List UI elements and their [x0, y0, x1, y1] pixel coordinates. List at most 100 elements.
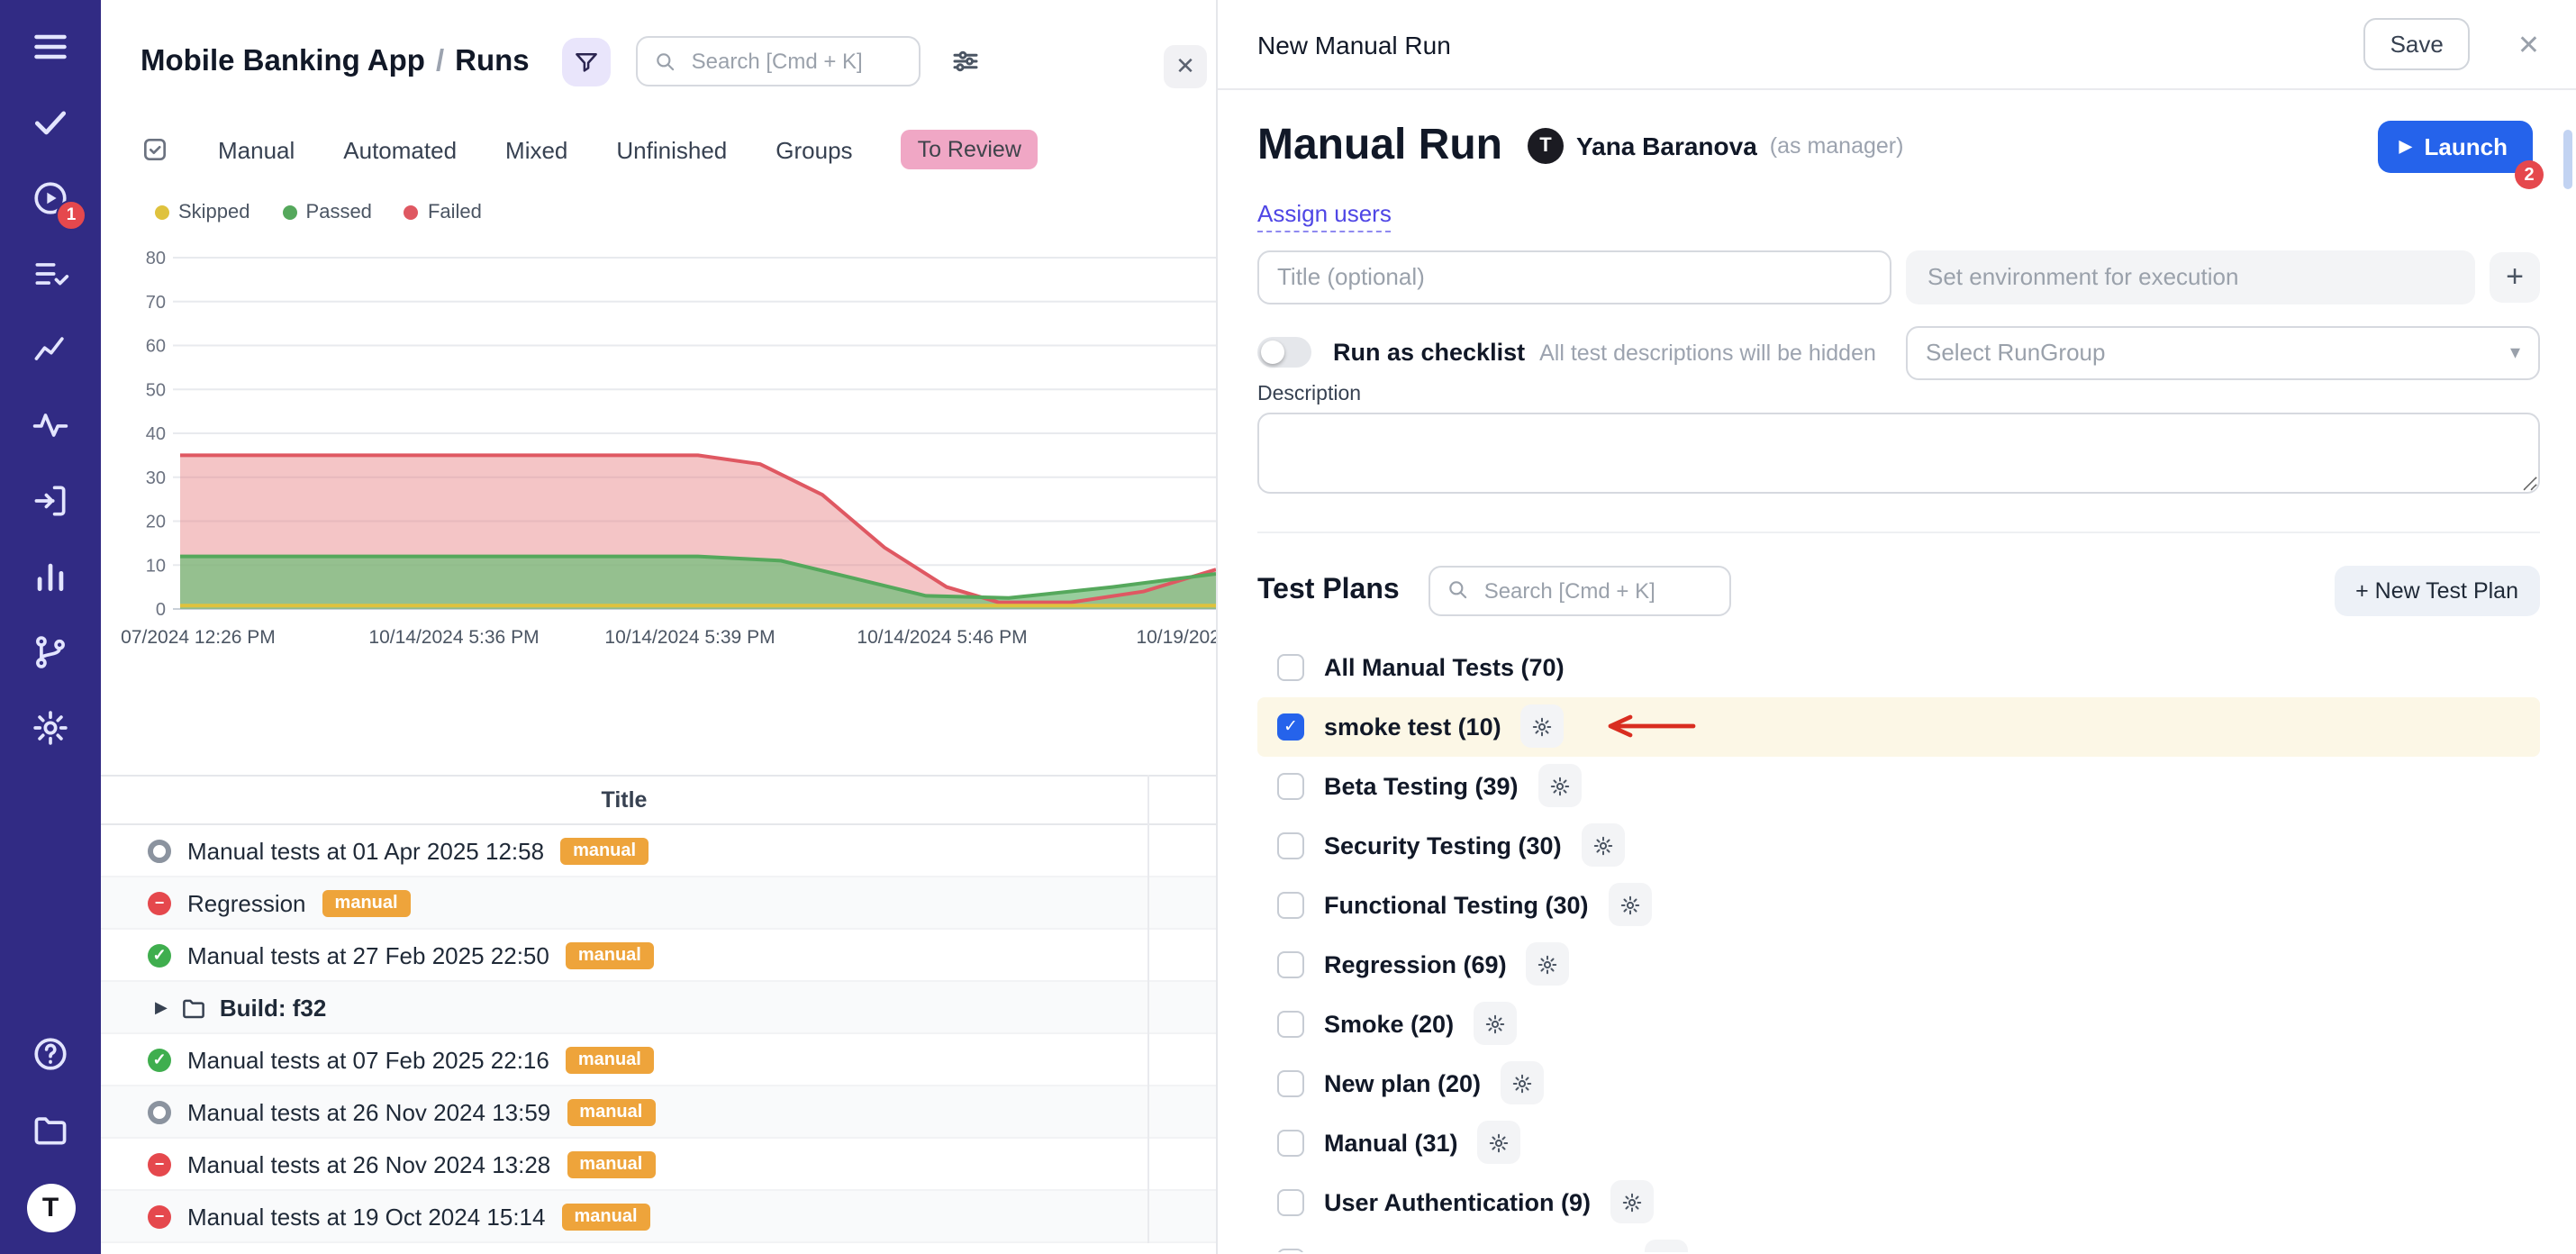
run-type-badge: manual — [566, 1046, 654, 1073]
test-plan-settings-button[interactable] — [1646, 1240, 1689, 1252]
x-axis-label: 10/14/2024 5:36 PM — [368, 627, 539, 649]
test-plans-icon[interactable] — [29, 252, 72, 295]
table-row[interactable]: ✓Manual tests at 27 Feb 2025 22:50manual — [101, 930, 1216, 982]
menu-icon[interactable] — [29, 25, 72, 68]
new-test-plan-button[interactable]: + New Test Plan — [2334, 566, 2540, 616]
table-row[interactable]: Manual tests at 01 Apr 2025 12:58manual — [101, 825, 1216, 877]
test-plan-row: All Manual Tests (70) — [1257, 638, 2540, 697]
test-plan-checkbox[interactable] — [1277, 1189, 1304, 1216]
description-textarea[interactable] — [1257, 413, 2540, 494]
test-plan-label[interactable]: Regression (69) — [1324, 951, 1507, 978]
test-plan-checkbox[interactable] — [1277, 654, 1304, 681]
svg-text:50: 50 — [146, 380, 166, 400]
test-plan-checkbox[interactable] — [1277, 1070, 1304, 1097]
legend-label: Failed — [428, 202, 482, 223]
test-plan-checkbox[interactable]: ✓ — [1277, 713, 1304, 741]
test-plan-settings-button[interactable] — [1474, 1003, 1517, 1046]
test-plan-label[interactable]: Beta Testing (39) — [1324, 773, 1519, 800]
table-row[interactable]: −Manual tests at 19 Oct 2024 15:14manual — [101, 1191, 1216, 1243]
test-plans-search-input[interactable] — [1481, 577, 1713, 605]
test-plan-checkbox[interactable] — [1277, 1130, 1304, 1157]
test-plan-settings-button[interactable] — [1582, 824, 1625, 868]
app-logo[interactable]: T — [26, 1184, 75, 1232]
test-plan-settings-button[interactable] — [1610, 1181, 1654, 1224]
tab-manual[interactable]: Manual — [218, 136, 295, 163]
environment-input[interactable] — [1906, 250, 2475, 304]
table-row[interactable]: −Manual tests at 26 Nov 2024 13:28manual — [101, 1139, 1216, 1191]
app: 1 T Mobile Banking App/Runs ✕ ManualA — [0, 0, 2576, 1254]
test-plan-label[interactable]: smoke test (10) — [1324, 713, 1501, 741]
test-plan-checkbox[interactable] — [1277, 892, 1304, 919]
launch-button[interactable]: ▶ Launch 2 — [2378, 121, 2533, 173]
rungroup-select[interactable]: Select RunGroup ▾ — [1906, 326, 2540, 380]
add-environment-button[interactable]: + — [2490, 252, 2540, 303]
scrollbar-thumb[interactable] — [2563, 130, 2572, 189]
caret-right-icon[interactable]: ▶ — [155, 997, 168, 1017]
rungroup-placeholder: Select RunGroup — [1926, 340, 2105, 367]
analytics-icon[interactable] — [29, 328, 72, 371]
test-plan-label[interactable]: Security Testing (30) — [1324, 832, 1562, 859]
test-plans-search[interactable] — [1429, 566, 1731, 616]
legend-dot — [404, 205, 419, 220]
test-plan-label[interactable]: User Authentication (9) — [1324, 1189, 1591, 1216]
sidebar-top-icons: 1 — [29, 25, 72, 750]
test-plan-label[interactable]: Manual (31) — [1324, 1130, 1458, 1157]
table-row[interactable]: Manual tests at 26 Nov 2024 13:59manual — [101, 1086, 1216, 1139]
tab-mixed[interactable]: Mixed — [505, 136, 567, 163]
test-plan-label[interactable]: Account Management (11) — [1324, 1249, 1626, 1252]
import-icon[interactable] — [29, 479, 72, 522]
plus-icon: + — [2506, 259, 2524, 295]
table-row[interactable]: −Regressionmanual — [101, 877, 1216, 930]
runs-search[interactable] — [636, 36, 921, 86]
run-title: Manual tests at 07 Feb 2025 22:16 — [187, 1046, 549, 1073]
table-row[interactable]: ✓Manual tests at 07 Feb 2025 22:16manual — [101, 1034, 1216, 1086]
tab-to-review[interactable]: To Review — [902, 130, 1038, 169]
branches-icon[interactable] — [29, 631, 72, 674]
run-title: Manual tests at 26 Nov 2024 13:28 — [187, 1150, 550, 1177]
breadcrumb-project[interactable]: Mobile Banking App — [141, 44, 425, 77]
test-plan-label[interactable]: New plan (20) — [1324, 1070, 1481, 1097]
tab-unfinished[interactable]: Unfinished — [616, 136, 727, 163]
run-title-input[interactable] — [1257, 250, 1891, 304]
test-plan-checkbox[interactable] — [1277, 1249, 1304, 1252]
save-button[interactable]: Save — [2363, 18, 2471, 70]
test-plan-settings-button[interactable] — [1527, 943, 1570, 986]
new-manual-run-panel: New Manual Run Save ✕ Manual Run T Yana … — [1218, 0, 2576, 1254]
pulse-icon[interactable] — [29, 404, 72, 447]
test-plan-row: ✓ smoke test (10) — [1257, 697, 2540, 757]
test-plan-checkbox[interactable] — [1277, 1011, 1304, 1038]
run-as-checklist-toggle[interactable] — [1257, 338, 1311, 368]
test-plan-checkbox[interactable] — [1277, 773, 1304, 800]
test-plan-settings-button[interactable] — [1538, 765, 1582, 808]
select-all-icon[interactable] — [141, 135, 169, 164]
test-plan-row: Regression (69) — [1257, 935, 2540, 995]
close-drawer-button[interactable]: ✕ — [2507, 24, 2551, 64]
assign-users-link[interactable]: Assign users — [1257, 200, 1392, 232]
reports-icon[interactable] — [29, 555, 72, 598]
tests-icon[interactable] — [29, 101, 72, 144]
runs-icon[interactable]: 1 — [29, 177, 72, 220]
runs-search-input[interactable] — [688, 47, 903, 76]
filter-button[interactable] — [562, 37, 611, 86]
help-icon[interactable] — [29, 1032, 72, 1076]
test-plan-label[interactable]: Smoke (20) — [1324, 1011, 1454, 1038]
projects-icon[interactable] — [29, 1108, 72, 1151]
test-plan-label[interactable]: All Manual Tests (70) — [1324, 654, 1565, 681]
run-type-badge: manual — [322, 889, 411, 916]
test-plan-settings-button[interactable] — [1609, 884, 1652, 927]
display-settings-button[interactable] — [949, 45, 982, 77]
test-plan-checkbox[interactable] — [1277, 832, 1304, 859]
folder-row[interactable]: ▶Build: f32 — [101, 982, 1216, 1034]
tab-groups[interactable]: Groups — [776, 136, 852, 163]
svg-text:0: 0 — [156, 600, 166, 616]
manager-avatar: T — [1528, 128, 1564, 164]
test-plan-label[interactable]: Functional Testing (30) — [1324, 892, 1589, 919]
close-runs-panel-button[interactable]: ✕ — [1164, 45, 1207, 88]
test-plan-settings-button[interactable] — [1521, 705, 1565, 749]
test-plan-settings-button[interactable] — [1501, 1062, 1544, 1105]
runs-table: Title Manual tests at 01 Apr 2025 12:58m… — [101, 775, 1216, 1243]
tab-automated[interactable]: Automated — [343, 136, 457, 163]
settings-icon[interactable] — [29, 706, 72, 750]
test-plan-checkbox[interactable] — [1277, 951, 1304, 978]
test-plan-settings-button[interactable] — [1478, 1122, 1521, 1165]
